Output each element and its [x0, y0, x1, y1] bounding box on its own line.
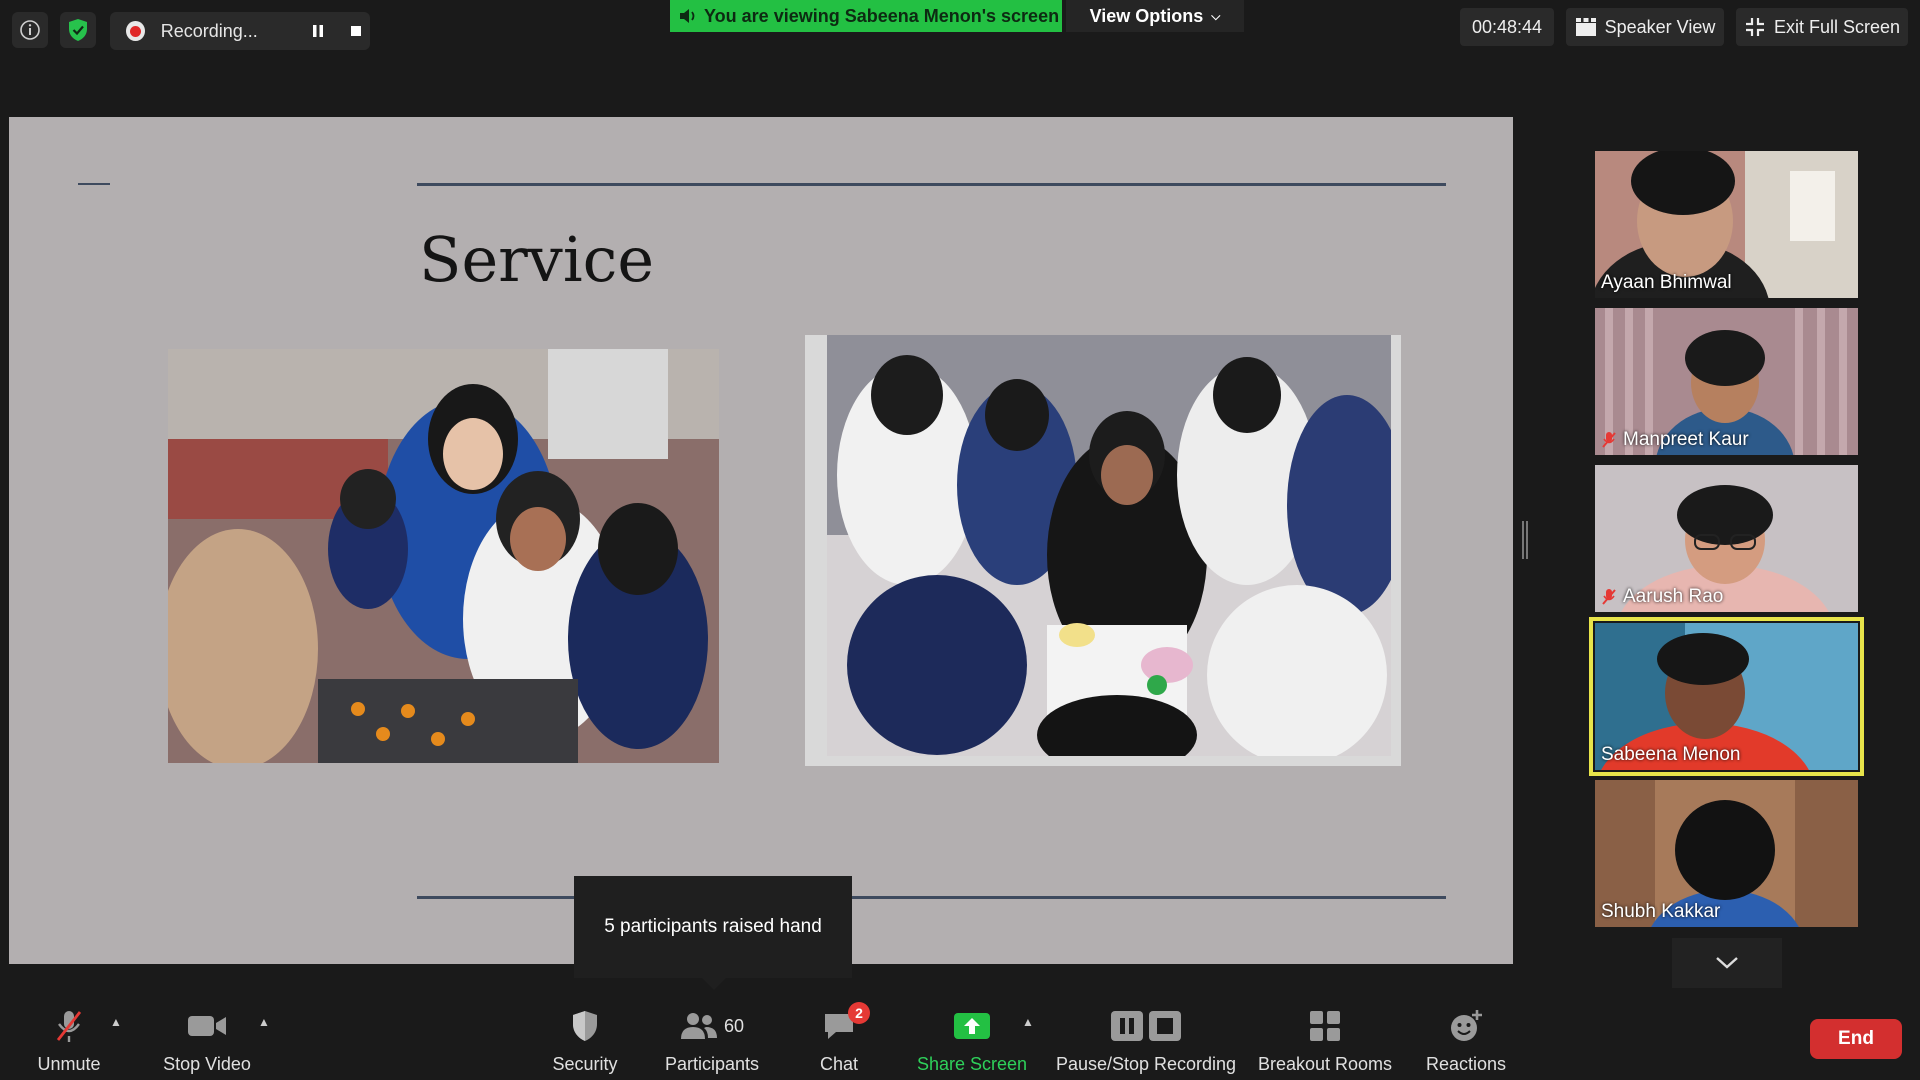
recording-dot-icon — [126, 21, 145, 41]
info-icon — [20, 20, 40, 40]
shared-screen-slide: Service — [9, 117, 1513, 964]
participants-scroll-down-button[interactable] — [1672, 938, 1782, 988]
recording-status-text: Recording... — [160, 20, 258, 41]
muted-mic-icon — [56, 1011, 82, 1042]
encryption-button[interactable] — [60, 12, 96, 48]
participant-tile[interactable]: Aarush Rao — [1595, 465, 1858, 612]
chevron-down-icon — [1716, 957, 1738, 969]
reactions-smiley-icon — [1451, 1010, 1482, 1041]
slide-title: Service — [419, 223, 655, 296]
participant-name: Aarush Rao — [1601, 586, 1723, 608]
chevron-up-icon: ▲ — [110, 1015, 122, 1029]
service-photo-image — [168, 349, 719, 763]
unmute-button[interactable]: Unmute — [24, 990, 114, 1080]
pause-stop-recording-button[interactable]: Pause/Stop Recording — [1056, 990, 1236, 1080]
muted-mic-icon — [1602, 432, 1616, 448]
reactions-label: Reactions — [1425, 1054, 1507, 1074]
recording-indicator: Recording... — [110, 12, 370, 50]
share-screen-label: Share Screen — [916, 1054, 1028, 1074]
security-shield-icon — [573, 1011, 597, 1041]
meeting-timer: 00:48:44 — [1460, 8, 1554, 46]
slide-top-rule — [417, 183, 1446, 186]
security-button[interactable]: Security — [544, 990, 626, 1080]
share-options-caret[interactable]: ▲ — [1018, 1012, 1038, 1032]
speaker-view-button[interactable]: Speaker View — [1566, 8, 1724, 46]
participants-icon — [680, 1013, 717, 1039]
raised-hand-tooltip-text: 5 participants raised hand — [604, 916, 822, 937]
top-bar: Recording... You are viewing Sabeena Men… — [0, 0, 1920, 60]
participants-button[interactable]: 60 Participants — [655, 990, 769, 1080]
pause-stop-recording-label: Pause/Stop Recording — [1055, 1054, 1237, 1074]
meeting-controls-toolbar: Unmute ▲ Stop Video ▲ Security 60 Partic… — [0, 990, 1920, 1080]
viewing-screen-banner: You are viewing Sabeena Menon's screen — [670, 0, 1062, 32]
participants-count: 60 — [723, 1015, 745, 1036]
speaker-view-label: Speaker View — [1604, 16, 1716, 37]
share-screen-icon — [954, 1013, 990, 1039]
stop-recording-button[interactable] — [342, 16, 370, 46]
exit-full-screen-button[interactable]: Exit Full Screen — [1736, 8, 1908, 46]
meeting-info-button[interactable] — [12, 12, 48, 48]
breakout-rooms-label: Breakout Rooms — [1257, 1054, 1393, 1074]
participants-label: Participants — [664, 1054, 760, 1074]
slide-photo-left — [168, 349, 719, 763]
viewing-banner-text: You are viewing Sabeena Menon's screen — [704, 5, 1060, 26]
chevron-down-icon: ⌵ — [1211, 8, 1221, 23]
breakout-rooms-icon — [1310, 1011, 1340, 1041]
participant-tile-active-speaker[interactable]: Sabeena Menon — [1589, 617, 1864, 776]
end-meeting-button[interactable]: End — [1810, 1019, 1902, 1059]
participant-tile[interactable]: Shubh Kakkar — [1595, 780, 1858, 927]
chevron-up-icon: ▲ — [1022, 1015, 1034, 1029]
stop-icon — [350, 26, 361, 36]
pause-stop-recording-icon — [1111, 1011, 1181, 1041]
muted-mic-icon — [1602, 589, 1616, 605]
stop-video-button[interactable]: Stop Video — [155, 990, 259, 1080]
video-options-caret[interactable]: ▲ — [254, 1012, 274, 1032]
chat-label: Chat — [819, 1054, 859, 1074]
shield-check-icon — [69, 19, 87, 41]
speaker-volume-icon — [680, 9, 695, 23]
breakout-rooms-button[interactable]: Breakout Rooms — [1254, 990, 1396, 1080]
video-camera-icon — [188, 1016, 226, 1036]
stop-video-label: Stop Video — [163, 1054, 251, 1074]
audio-options-caret[interactable]: ▲ — [106, 1012, 126, 1032]
slide-photo-right — [805, 335, 1401, 766]
chat-unread-badge: 2 — [848, 1002, 870, 1024]
participant-name: Ayaan Bhimwal — [1601, 272, 1732, 293]
share-screen-button[interactable]: Share Screen — [913, 990, 1031, 1080]
exit-fullscreen-icon — [1745, 18, 1764, 36]
exit-full-screen-label: Exit Full Screen — [1773, 16, 1901, 37]
slide-accent-dash — [78, 183, 110, 185]
participant-tile[interactable]: Ayaan Bhimwal — [1595, 151, 1858, 298]
participant-name: Sabeena Menon — [1601, 744, 1741, 765]
chat-button[interactable]: 2 Chat — [806, 990, 872, 1080]
view-options-dropdown[interactable]: View Options ⌵ — [1066, 0, 1244, 32]
participant-name: Shubh Kakkar — [1601, 901, 1721, 922]
zoom-meeting-window: Recording... You are viewing Sabeena Men… — [0, 0, 1920, 1080]
unmute-label: Unmute — [37, 1054, 101, 1074]
view-options-label: View Options — [1089, 5, 1204, 26]
service-photo-image — [827, 335, 1391, 756]
reactions-button[interactable]: Reactions — [1420, 990, 1512, 1080]
panel-resize-handle[interactable] — [1522, 521, 1528, 559]
chevron-up-icon: ▲ — [258, 1015, 270, 1029]
security-label: Security — [552, 1054, 618, 1074]
speaker-view-icon — [1575, 18, 1596, 36]
raised-hand-tooltip: 5 participants raised hand — [574, 876, 852, 990]
pause-recording-button[interactable] — [304, 16, 332, 46]
pause-icon — [312, 25, 323, 37]
participant-tile[interactable]: Manpreet Kaur — [1595, 308, 1858, 455]
slide-bottom-rule — [417, 896, 1446, 899]
participant-name: Manpreet Kaur — [1601, 429, 1749, 451]
service-photo-frame — [827, 335, 1391, 756]
